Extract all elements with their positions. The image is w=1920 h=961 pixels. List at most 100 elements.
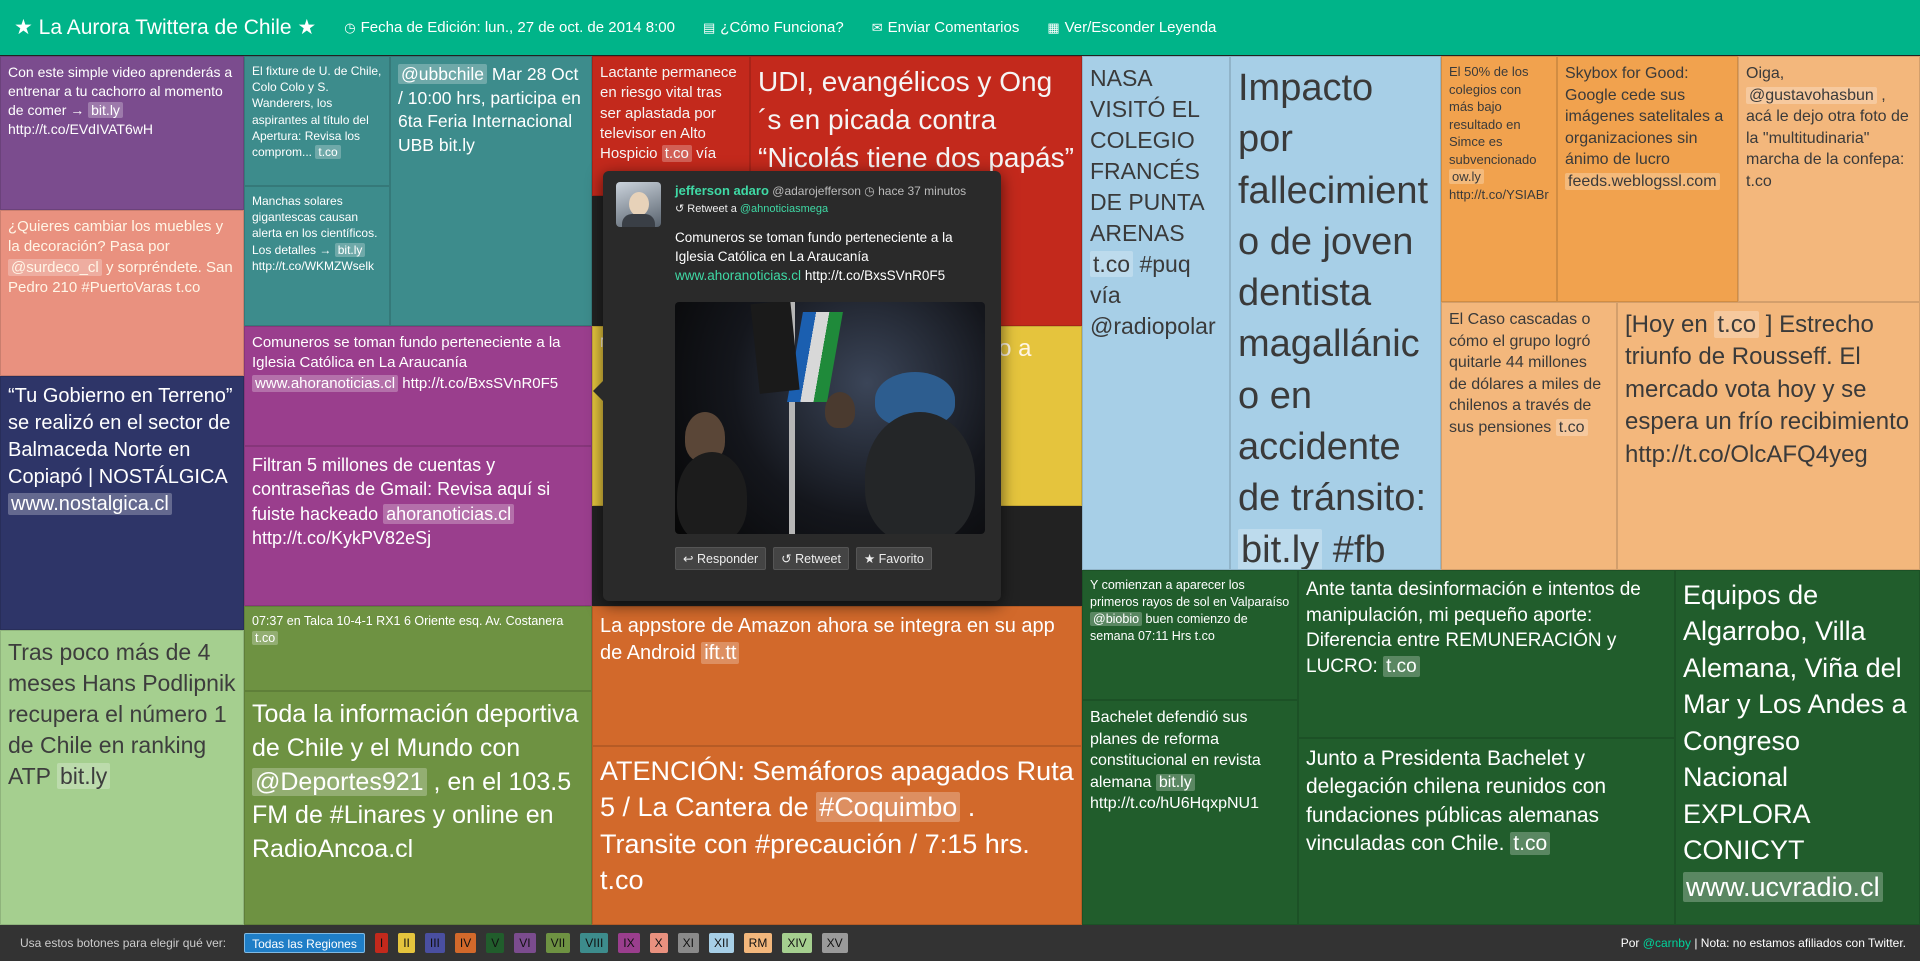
tweet-tile[interactable]: Y comienzan a aparecer los primeros rayo… xyxy=(1082,570,1298,700)
tweet-text: Equipos de Algarrobo, Villa Alemana, Viñ… xyxy=(1683,580,1907,866)
tweet-tile[interactable]: ATENCIÓN: Semáforos apagados Ruta 5 / La… xyxy=(592,746,1082,925)
all-regions-button[interactable]: Todas las Regiones xyxy=(244,933,365,953)
tweet-link[interactable]: t.co xyxy=(1090,251,1134,278)
tweet-link[interactable]: bit.ly xyxy=(334,242,366,257)
tweet-link[interactable]: @gustavohasbun xyxy=(1746,86,1877,104)
region-button-xiv[interactable]: XIV xyxy=(782,933,812,953)
tweet-tile[interactable]: 07:37 en Talca 10-4-1 RX1 6 Oriente esq.… xyxy=(244,606,592,691)
tweet-tile[interactable]: Oiga, @gustavohasbun , acá le dejo otra … xyxy=(1738,56,1920,302)
tweet-text: Comuneros se toman fundo perteneciente a… xyxy=(252,334,561,372)
toggle-legend-link[interactable]: ▦ Ver/Esconder Leyenda xyxy=(1047,19,1216,36)
tweet-link[interactable]: t.co xyxy=(1510,832,1551,856)
tweet-tile[interactable]: Skybox for Good: Google cede sus imágene… xyxy=(1557,56,1738,302)
tweet-link[interactable]: ow.ly xyxy=(1449,169,1484,185)
tweet-link[interactable]: bit.ly xyxy=(1238,528,1323,569)
region-button-iii[interactable]: III xyxy=(424,933,445,953)
tweet-url[interactable]: http://t.co/BxsSVnR0F5 xyxy=(805,268,945,283)
tweet-tile[interactable]: Tras poco más de 4 meses Hans Podlipnik … xyxy=(0,630,244,925)
clock-icon: ◷ xyxy=(344,19,356,35)
tweet-text: Skybox for Good: Google cede sus imágene… xyxy=(1565,65,1724,169)
region-button-ii[interactable]: II xyxy=(398,933,415,953)
site-title[interactable]: ★ La Aurora Twittera de Chile ★ xyxy=(0,15,316,40)
tweet-time: hace 37 minutos xyxy=(878,184,967,198)
tweet-tile[interactable]: “Tu Gobierno en Terreno” se realizó en e… xyxy=(0,376,244,630)
tweet-text-tail: http://t.co/BxsSVnR0F5 xyxy=(402,374,559,392)
region-button-rm[interactable]: RM xyxy=(743,933,773,953)
tweet-tile[interactable]: Manchas solares gigantescas causan alert… xyxy=(244,186,390,326)
region-button-ix[interactable]: IX xyxy=(618,933,640,953)
tweet-link[interactable]: www.ahoranoticias.cl xyxy=(252,374,399,392)
tweet-link[interactable]: bit.ly xyxy=(57,763,111,790)
tweet-tile[interactable]: El 50% de los colegios con más bajo resu… xyxy=(1441,56,1557,302)
tweet-text: El Caso cascadas o cómo el grupo logró q… xyxy=(1449,311,1602,436)
tweet-author-name[interactable]: jefferson adaro xyxy=(675,183,769,198)
tweet-link[interactable]: feeds.weblogssl.com xyxy=(1565,172,1720,190)
tweet-link[interactable]: t.co xyxy=(252,630,279,645)
tweet-link[interactable]: www.nostalgica.cl xyxy=(8,493,172,515)
tweet-link[interactable]: t.co xyxy=(1555,418,1588,436)
region-button-i[interactable]: I xyxy=(374,933,389,953)
region-button-xv[interactable]: XV xyxy=(821,933,848,953)
send-feedback-link[interactable]: ✉ Enviar Comentarios xyxy=(872,19,1020,36)
tweet-text: Comuneros se toman fundo perteneciente a… xyxy=(675,230,953,283)
region-filter-bar: Usa estos botones para elegir qué ver: T… xyxy=(0,925,1920,961)
tweet-link[interactable]: #Coquimbo xyxy=(816,792,961,823)
region-button-vii[interactable]: VII xyxy=(545,933,571,953)
tweet-tile[interactable]: Con este simple video aprenderás a entre… xyxy=(0,56,244,210)
tweet-link[interactable]: @biobio xyxy=(1090,611,1143,626)
filter-instructions: Usa estos botones para elegir qué ver: xyxy=(20,936,227,950)
tweet-tile[interactable]: Comuneros se toman fundo perteneciente a… xyxy=(244,326,592,446)
tweet-link[interactable]: ahoranoticias.cl xyxy=(383,503,515,524)
retweet-user-link[interactable]: @ahnoticiasmega xyxy=(740,203,828,215)
tweet-tile[interactable]: La appstore de Amazon ahora se integra e… xyxy=(592,606,1082,746)
retweet-button[interactable]: ↺ Retweet xyxy=(773,547,849,570)
tweet-link[interactable]: @Deportes921 xyxy=(252,767,427,796)
tweet-text-tail: http://t.co/WKMZWselk xyxy=(252,258,375,273)
envelope-icon: ✉ xyxy=(871,19,883,35)
tweet-tile[interactable]: Ante tanta desinformación e intentos de … xyxy=(1298,570,1675,738)
tweet-link[interactable]: ift.tt xyxy=(701,642,740,664)
tweet-link[interactable]: www.ucvradio.cl xyxy=(1683,871,1883,902)
tweet-link[interactable]: @surdeco_cl xyxy=(8,258,102,276)
tweet-tile[interactable]: El fixture de U. de Chile, Colo Colo y S… xyxy=(244,56,390,186)
tweet-text-tail: #fb xyxy=(1332,528,1386,570)
region-button-v[interactable]: V xyxy=(486,933,505,953)
favorite-button[interactable]: ★ Favorito xyxy=(855,547,932,570)
tweet-text: Ante tanta desinformación e intentos de … xyxy=(1306,579,1641,677)
tweet-tile[interactable]: Junto a Presidenta Bachelet y delegación… xyxy=(1298,738,1675,925)
tweet-photo[interactable] xyxy=(675,302,985,534)
region-button-x[interactable]: X xyxy=(649,933,668,953)
tweet-tile[interactable]: Impacto por fallecimiento de joven denti… xyxy=(1230,56,1441,570)
region-button-viii[interactable]: VIII xyxy=(580,933,609,953)
tweet-tile[interactable]: Filtran 5 millones de cuentas y contrase… xyxy=(244,446,592,606)
reply-button[interactable]: ↩ Responder xyxy=(675,547,767,570)
how-it-works-link[interactable]: ▤ ¿Cómo Funciona? xyxy=(703,19,844,36)
reply-icon: ↩ xyxy=(683,552,694,566)
tweet-link[interactable]: t.co xyxy=(1714,311,1760,338)
tweet-tile[interactable]: @ubbchile Mar 28 Oct / 10:00 hrs, partic… xyxy=(390,56,592,326)
avatar[interactable] xyxy=(616,182,661,227)
tweet-tile[interactable]: Toda la información deportiva de Chile y… xyxy=(244,691,592,925)
tweet-tile[interactable]: NASA VISITÓ EL COLEGIO FRANCÉS DE PUNTA … xyxy=(1082,56,1230,570)
tweet-text: Toda la información deportiva de Chile y… xyxy=(252,700,579,762)
tweet-link[interactable]: t.co xyxy=(1383,655,1420,677)
tweet-tile[interactable]: [Hoy en t.co ] Estrecho triunfo de Rouss… xyxy=(1617,302,1920,570)
region-button-iv[interactable]: IV xyxy=(454,933,477,953)
tweet-link[interactable]: @ubbchile xyxy=(398,64,487,84)
tweet-tile[interactable]: ¿Quieres cambiar los muebles y la decora… xyxy=(0,210,244,376)
tweet-link[interactable]: www.ahoranoticias.cl xyxy=(675,268,801,283)
tweet-link[interactable]: t.co xyxy=(315,144,341,159)
region-buttons: I II III IV V VI VII VIII IX X XI XII RM XIV XV xyxy=(374,933,858,953)
author-link[interactable]: @carnby xyxy=(1643,936,1691,950)
tweet-tile[interactable]: El Caso cascadas o cómo el grupo logró q… xyxy=(1441,302,1617,570)
tweet-link[interactable]: bit.ly xyxy=(88,101,123,118)
region-button-vi[interactable]: VI xyxy=(514,933,536,953)
tweet-link[interactable]: bit.ly xyxy=(1155,773,1195,791)
tweet-author-handle[interactable]: @adarojefferson xyxy=(772,184,861,198)
tweet-header: jefferson adaro @adarojefferson ◷ hace 3… xyxy=(675,183,989,198)
region-button-xii[interactable]: XII xyxy=(708,933,734,953)
region-button-xi[interactable]: XI xyxy=(677,933,699,953)
tweet-tile[interactable]: Equipos de Algarrobo, Villa Alemana, Viñ… xyxy=(1675,570,1920,925)
tweet-tile[interactable]: Bachelet defendió sus planes de reforma … xyxy=(1082,700,1298,925)
tweet-link[interactable]: t.co xyxy=(661,145,692,162)
